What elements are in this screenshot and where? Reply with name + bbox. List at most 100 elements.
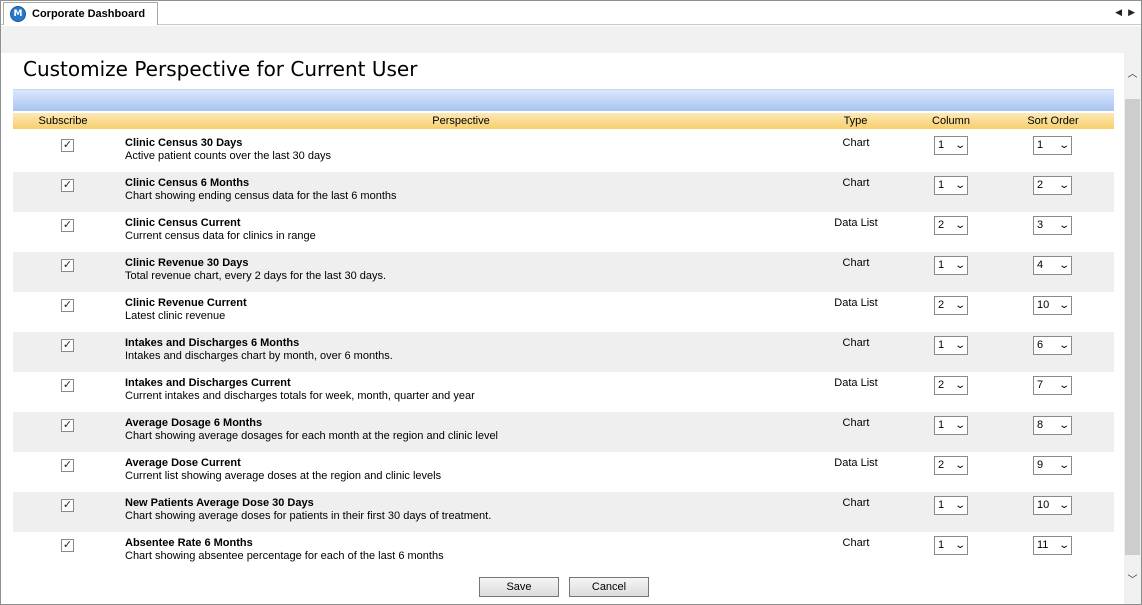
column-select[interactable]: 2 ⌄ [934, 216, 968, 235]
column-value: 2 [938, 379, 945, 391]
perspective-title: Absentee Rate 6 Months [125, 537, 253, 549]
perspective-description: Chart showing ending census data for the… [125, 190, 397, 202]
column-value: 1 [938, 339, 945, 351]
table-row: ✓ Intakes and Discharges 6 Months Intake… [13, 332, 1114, 372]
scroll-down-icon[interactable]: ﹀ [1124, 571, 1141, 589]
column-value: 2 [938, 459, 945, 471]
column-select[interactable]: 2 ⌄ [934, 296, 968, 315]
column-value: 1 [938, 419, 945, 431]
perspective-title: Clinic Census 6 Months [125, 177, 250, 189]
scroll-up-icon[interactable]: ︿ [1124, 65, 1141, 83]
subscribe-checkbox[interactable]: ✓ [61, 499, 74, 512]
chevron-down-icon: ⌄ [953, 500, 966, 511]
app-logo-icon: M [10, 6, 26, 22]
perspective-type: Data List [834, 457, 878, 469]
sort-order-select[interactable]: 2 ⌄ [1033, 176, 1072, 195]
window-frame: M Corporate Dashboard ◀ ▶ Customize Pers… [0, 0, 1142, 605]
header-perspective: Perspective [432, 115, 490, 127]
perspective-type: Chart [842, 497, 870, 509]
chevron-down-icon: ⌄ [953, 460, 966, 471]
subscribe-checkbox[interactable]: ✓ [61, 179, 74, 192]
sort-order-select[interactable]: 11 ⌄ [1033, 536, 1072, 555]
save-button[interactable]: Save [479, 577, 559, 597]
perspective-type: Chart [842, 137, 870, 149]
column-value: 1 [938, 499, 945, 511]
sort-order-select[interactable]: 6 ⌄ [1033, 336, 1072, 355]
table-row: ✓ Average Dose Current Current list show… [13, 452, 1114, 492]
column-value: 2 [938, 219, 945, 231]
vertical-scrollbar[interactable]: ︿ ﹀ [1124, 53, 1141, 604]
sort-value: 3 [1037, 219, 1044, 231]
chevron-down-icon: ⌄ [953, 260, 966, 271]
header-subscribe: Subscribe [38, 115, 88, 127]
column-value: 1 [938, 259, 945, 271]
sort-order-select[interactable]: 10 ⌄ [1033, 296, 1072, 315]
perspective-description: Intakes and discharges chart by month, o… [125, 350, 393, 362]
cancel-button[interactable]: Cancel [569, 577, 649, 597]
tab-title: Corporate Dashboard [32, 8, 146, 20]
subscribe-checkbox[interactable]: ✓ [61, 259, 74, 272]
perspective-type: Chart [842, 337, 870, 349]
table-row: ✓ Clinic Revenue Current Latest clinic r… [13, 292, 1114, 332]
sort-value: 11 [1037, 539, 1049, 551]
content-panel: Customize Perspective for Current User S… [1, 53, 1124, 604]
table-row: ✓ Clinic Census 30 Days Active patient c… [13, 132, 1114, 172]
column-select[interactable]: 2 ⌄ [934, 456, 968, 475]
table-row: ✓ Average Dosage 6 Months Chart showing … [13, 412, 1114, 452]
sort-order-select[interactable]: 4 ⌄ [1033, 256, 1072, 275]
column-select[interactable]: 1 ⌄ [934, 536, 968, 555]
sort-value: 10 [1037, 299, 1050, 311]
sort-order-select[interactable]: 7 ⌄ [1033, 376, 1072, 395]
sort-order-select[interactable]: 9 ⌄ [1033, 456, 1072, 475]
chevron-down-icon: ⌄ [1057, 380, 1070, 391]
table-row: ✓ Clinic Census Current Current census d… [13, 212, 1114, 252]
column-select[interactable]: 1 ⌄ [934, 496, 968, 515]
chevron-down-icon: ⌄ [1057, 300, 1070, 311]
subscribe-checkbox[interactable]: ✓ [61, 539, 74, 552]
perspective-description: Total revenue chart, every 2 days for th… [125, 270, 387, 282]
column-select[interactable]: 1 ⌄ [934, 256, 968, 275]
scroll-left-icon[interactable]: ◀ [1115, 7, 1122, 18]
column-select[interactable]: 2 ⌄ [934, 376, 968, 395]
column-value: 2 [938, 299, 945, 311]
chevron-down-icon: ⌄ [953, 540, 966, 551]
subscribe-checkbox[interactable]: ✓ [61, 139, 74, 152]
perspective-title: Clinic Revenue Current [125, 297, 247, 309]
scrollbar-thumb[interactable] [1125, 99, 1140, 555]
column-value: 1 [938, 139, 945, 151]
page-title: Customize Perspective for Current User [23, 57, 418, 81]
column-value: 1 [938, 179, 945, 191]
subscribe-checkbox[interactable]: ✓ [61, 419, 74, 432]
perspective-description: Current census data for clinics in range [125, 230, 316, 242]
perspective-title: Clinic Census 30 Days [125, 137, 243, 149]
column-select[interactable]: 1 ⌄ [934, 416, 968, 435]
table-row: ✓ Intakes and Discharges Current Current… [13, 372, 1114, 412]
perspective-description: Current intakes and discharges totals fo… [125, 390, 475, 402]
sort-order-select[interactable]: 8 ⌄ [1033, 416, 1072, 435]
tab-strip: M Corporate Dashboard ◀ ▶ [1, 1, 1141, 25]
perspective-title: Intakes and Discharges Current [125, 377, 291, 389]
sort-order-select[interactable]: 10 ⌄ [1033, 496, 1072, 515]
column-select[interactable]: 1 ⌄ [934, 336, 968, 355]
column-select[interactable]: 1 ⌄ [934, 176, 968, 195]
perspective-type: Data List [834, 217, 878, 229]
perspective-type: Data List [834, 377, 878, 389]
tab-corporate-dashboard[interactable]: M Corporate Dashboard [3, 2, 158, 25]
perspective-title: Clinic Revenue 30 Days [125, 257, 249, 269]
sort-order-select[interactable]: 3 ⌄ [1033, 216, 1072, 235]
subscribe-checkbox[interactable]: ✓ [61, 299, 74, 312]
perspective-type: Chart [842, 257, 870, 269]
sort-order-select[interactable]: 1 ⌄ [1033, 136, 1072, 155]
subscribe-checkbox[interactable]: ✓ [61, 379, 74, 392]
sort-value: 4 [1037, 259, 1044, 271]
perspective-title: Intakes and Discharges 6 Months [125, 337, 300, 349]
subscribe-checkbox[interactable]: ✓ [61, 339, 74, 352]
subscribe-checkbox[interactable]: ✓ [61, 459, 74, 472]
subscribe-checkbox[interactable]: ✓ [61, 219, 74, 232]
scroll-right-icon[interactable]: ▶ [1128, 7, 1135, 18]
perspective-description: Active patient counts over the last 30 d… [125, 150, 332, 162]
perspective-description: Chart showing average dosages for each m… [125, 430, 499, 442]
sort-value: 2 [1037, 179, 1044, 191]
section-band [13, 89, 1114, 111]
column-select[interactable]: 1 ⌄ [934, 136, 968, 155]
